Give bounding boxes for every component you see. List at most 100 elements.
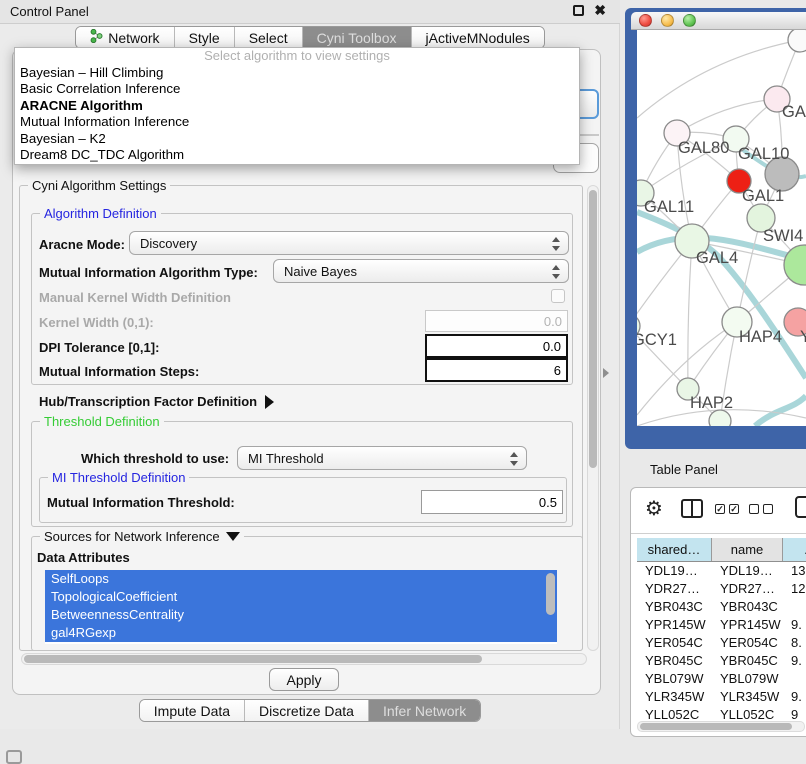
network-edge[interactable] — [688, 241, 692, 389]
table-row[interactable]: YBR045CYBR045C9. — [637, 652, 806, 670]
data-attributes-label: Data Attributes — [37, 550, 130, 565]
which-threshold-combobox[interactable]: MI Threshold — [237, 446, 527, 470]
float-panel-icon[interactable] — [573, 5, 584, 16]
dpi-tolerance-value: 0.0 — [543, 339, 561, 354]
table-row[interactable]: YER054CYER054C8. — [637, 634, 806, 652]
tab-impute-data[interactable]: Impute Data — [140, 700, 244, 721]
close-panel-icon[interactable]: ✖ — [594, 3, 606, 17]
tab-select[interactable]: Select — [234, 27, 302, 48]
tab-cyni-toolbox[interactable]: Cyni Toolbox — [302, 27, 411, 48]
table-row[interactable]: YBR043CYBR043C — [637, 598, 806, 616]
panel-title: Control Panel — [0, 4, 89, 19]
group-title: Cyni Algorithm Settings — [28, 178, 170, 193]
node-label-gal: GAL — [782, 103, 806, 121]
tab-jactivemnodules[interactable]: jActiveMNodules — [411, 27, 544, 48]
which-threshold-value: MI Threshold — [248, 451, 324, 466]
tab-network[interactable]: Network — [76, 27, 173, 48]
table-cell: YDR27… — [637, 580, 712, 598]
algorithm-option[interactable]: Bayesian – K2 — [15, 131, 579, 147]
deselect-all-columns-icon[interactable] — [749, 504, 773, 514]
table-row[interactable]: YPR145WYPR145W9. — [637, 616, 806, 634]
tab-infer-network[interactable]: Infer Network — [368, 700, 480, 721]
tab-discretize-data[interactable]: Discretize Data — [244, 700, 368, 721]
tab-label: Network — [108, 30, 159, 46]
table-cell — [783, 598, 806, 616]
close-window-icon[interactable] — [639, 14, 652, 27]
hub-definition-expander[interactable]: Hub/Transcription Factor Definition — [39, 394, 274, 409]
algorithm-option[interactable]: ARACNE Algorithm — [15, 98, 579, 114]
settings-vertical-scrollbar[interactable] — [587, 185, 599, 651]
mi-threshold-field[interactable]: 0.5 — [421, 490, 563, 514]
attribute-list-item[interactable]: TopologicalCoefficient — [45, 588, 557, 606]
table-row[interactable]: YDL19…YDL19…13 — [637, 562, 806, 580]
algorithm-option[interactable]: Mutual Information Inference — [15, 114, 579, 130]
attribute-list-item[interactable]: gal4RGexp — [45, 624, 557, 642]
attribute-list-item[interactable]: BetweennessCentrality — [45, 606, 557, 624]
network-view-window: GALGAL80GAL10GAL1GAL11SWI4GAL4GCY1HAP4YH… — [625, 8, 806, 449]
aracne-mode-combobox[interactable]: Discovery — [129, 231, 569, 255]
table-cell: YBL079W — [637, 670, 712, 688]
mi-steps-field[interactable]: 6 — [425, 358, 568, 382]
table-cell: YBR045C — [712, 652, 783, 670]
aracne-mode-value: Discovery — [140, 236, 197, 251]
table-row[interactable]: YLR345WYLR345W9. — [637, 688, 806, 706]
table-horizontal-scrollbar[interactable] — [637, 721, 805, 732]
table-panel: ⚙ ✓✓ shared…nameA YDL19…YDL19…13YDR27…YD… — [630, 487, 806, 737]
expander-right-icon — [265, 395, 274, 409]
minimize-window-icon[interactable] — [661, 14, 674, 27]
new-table-icon[interactable] — [795, 496, 806, 518]
select-all-columns-icon[interactable]: ✓✓ — [715, 504, 739, 514]
table-row[interactable]: YDR27…YDR27…12 — [637, 580, 806, 598]
node-label-hap4: HAP4 — [739, 328, 782, 346]
table-cell: YBL079W — [712, 670, 783, 688]
column-layout-icon[interactable] — [681, 499, 703, 518]
table-panel-title: Table Panel — [650, 462, 718, 477]
threshold-definition-title: Threshold Definition — [40, 414, 164, 429]
control-panel: Control Panel ✖ Network Style Select Cyni T… — [0, 0, 620, 729]
gear-icon[interactable]: ⚙ — [645, 496, 663, 520]
tab-style[interactable]: Style — [174, 27, 234, 48]
list-scrollbar[interactable] — [546, 573, 555, 615]
stepper-arrows-icon — [551, 236, 561, 252]
mi-threshold-group-title: MI Threshold Definition — [48, 470, 189, 485]
network-edge[interactable] — [677, 99, 777, 133]
mi-threshold-label: Mutual Information Threshold: — [47, 495, 235, 510]
panel-resize-handle[interactable] — [603, 368, 609, 378]
dpi-tolerance-field[interactable]: 0.0 — [425, 334, 568, 358]
network-node[interactable] — [788, 30, 806, 52]
algorithm-option[interactable]: Bayesian – Hill Climbing — [15, 65, 579, 81]
table-row[interactable]: YBL079WYBL079W — [637, 670, 806, 688]
node-label-hap2: HAP2 — [690, 394, 733, 412]
table-cell: 13 — [783, 562, 806, 580]
algorithm-option[interactable]: Basic Correlation Inference — [15, 81, 579, 97]
tab-label: Select — [249, 30, 288, 46]
tab-label: Discretize Data — [259, 703, 354, 719]
mi-algorithm-type-combobox[interactable]: Naive Bayes — [273, 259, 569, 283]
table-cell: 8. — [783, 634, 806, 652]
settings-horizontal-scrollbar[interactable] — [21, 653, 587, 665]
table-row[interactable]: YLL052CYLL052C9 — [637, 706, 806, 720]
node-label-gcy1: GCY1 — [637, 331, 677, 349]
column-header-A[interactable]: A — [783, 538, 806, 561]
network-window-titlebar[interactable] — [631, 12, 806, 30]
table-cell: YER054C — [712, 634, 783, 652]
network-canvas[interactable]: GALGAL80GAL10GAL1GAL11SWI4GAL4GCY1HAP4YH… — [637, 30, 806, 426]
algorithm-option[interactable]: Dream8 DC_TDC Algorithm — [15, 147, 579, 163]
kernel-width-field[interactable]: 0.0 — [425, 310, 568, 332]
hub-definition-label: Hub/Transcription Factor Definition — [39, 394, 257, 409]
zoom-window-icon[interactable] — [683, 14, 696, 27]
manual-kernel-checkbox[interactable] — [551, 289, 565, 303]
sources-title[interactable]: Sources for Network Inference — [40, 529, 244, 544]
apply-button-label: Apply — [286, 672, 321, 688]
control-panel-tab-strip: Network Style Select Cyni ToolboxjActiveMNo… — [0, 26, 620, 49]
attribute-list-item[interactable]: SelfLoops — [45, 570, 557, 588]
network-node[interactable] — [709, 410, 731, 426]
table-cell: 9. — [783, 652, 806, 670]
column-header-shared[interactable]: shared… — [637, 538, 712, 561]
data-attributes-list[interactable]: SelfLoopsTopologicalCoefficientBetweenne… — [45, 570, 557, 644]
bottom-tab-strip: Impute Data Discretize Data Infer Network — [0, 699, 620, 722]
apply-button[interactable]: Apply — [269, 668, 339, 691]
table-cell: 9 — [783, 706, 806, 720]
column-header-name[interactable]: name — [712, 538, 783, 561]
sources-title-label: Sources for Network Inference — [44, 529, 220, 544]
